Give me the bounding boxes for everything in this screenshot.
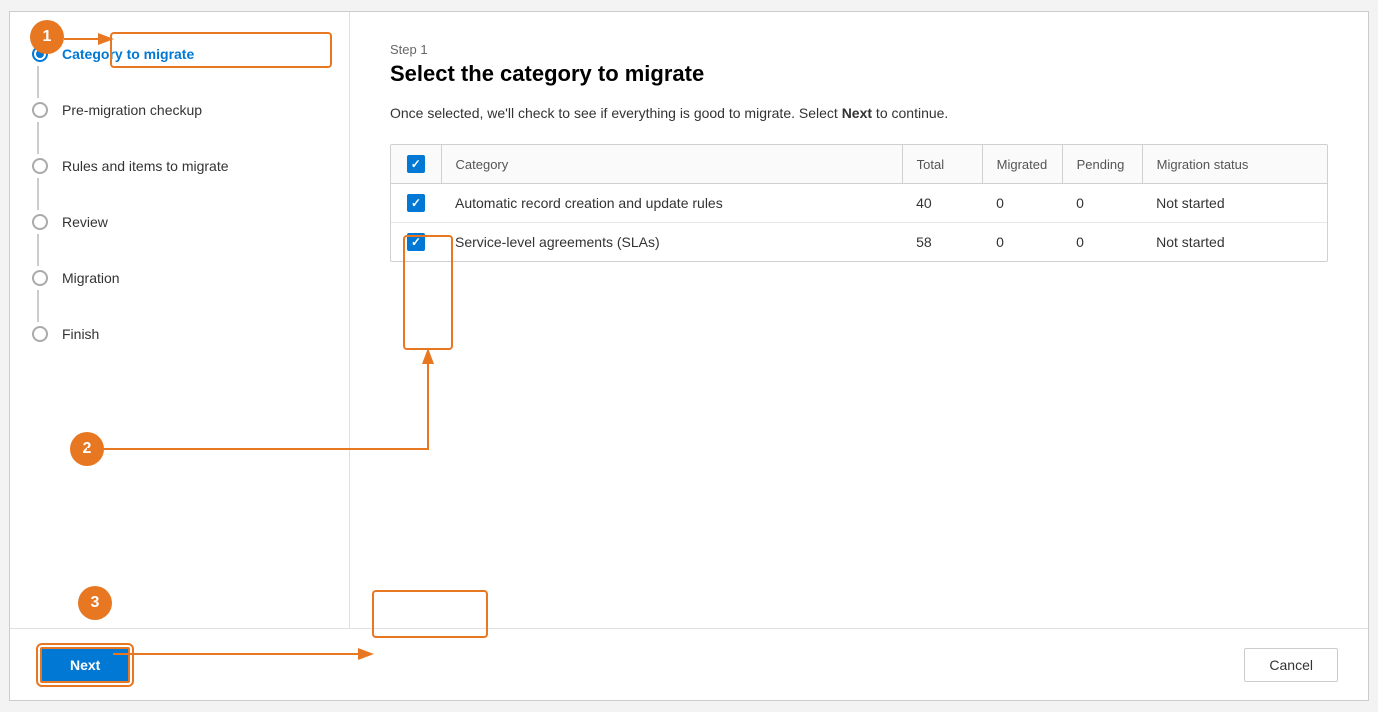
row1-checkbox[interactable] [407, 194, 425, 212]
row1-total: 40 [902, 184, 982, 223]
line-5 [37, 290, 39, 322]
step-entry-review: Review [30, 210, 329, 266]
header-migrated: Migrated [982, 145, 1062, 184]
right-panel: Step 1 Select the category to migrate On… [350, 12, 1368, 628]
row1-status: Not started [1142, 184, 1327, 223]
step-entry-premigration: Pre-migration checkup [30, 98, 329, 154]
step-connector-6 [30, 326, 50, 342]
select-all-checkbox[interactable] [407, 155, 425, 173]
table-header-row: Category Total Migrated Pending Migratio… [391, 145, 1327, 184]
step-connector-5 [30, 270, 50, 286]
table-row: Automatic record creation and update rul… [391, 184, 1327, 223]
step-entry-rules: Rules and items to migrate [30, 154, 329, 210]
step-label-premigration: Pre-migration checkup [62, 102, 202, 119]
row2-checkbox-col[interactable] [391, 223, 441, 262]
step-node-migration: Migration [30, 266, 120, 290]
row2-total: 58 [902, 223, 982, 262]
step-entry-migration: Migration [30, 266, 329, 322]
row1-checkbox-col[interactable] [391, 184, 441, 223]
description-bold: Next [842, 105, 872, 121]
row1-category: Automatic record creation and update rul… [441, 184, 902, 223]
row2-category: Service-level agreements (SLAs) [441, 223, 902, 262]
callout-3: 3 [78, 586, 112, 620]
step-circle-migration [32, 270, 48, 286]
header-migration-status: Migration status [1142, 145, 1327, 184]
line-2 [37, 122, 39, 154]
step-label-review: Review [62, 214, 108, 231]
step-circle-review [32, 214, 48, 230]
callout-1: 1 [30, 20, 64, 54]
step-title: Select the category to migrate [390, 61, 1328, 87]
step-node-premigration: Pre-migration checkup [30, 98, 202, 122]
step-node-rules: Rules and items to migrate [30, 154, 229, 178]
header-pending: Pending [1062, 145, 1142, 184]
description-text-start: Once selected, we'll check to see if eve… [390, 105, 842, 121]
step-label-category: Category to migrate [62, 46, 194, 63]
step-connector-4 [30, 214, 50, 230]
row2-status: Not started [1142, 223, 1327, 262]
callout-2: 2 [70, 432, 104, 466]
step-circle-rules [32, 158, 48, 174]
line-3 [37, 178, 39, 210]
step-label-rules: Rules and items to migrate [62, 158, 229, 175]
step-connector-2 [30, 102, 50, 118]
line-1 [37, 66, 39, 98]
table-row: Service-level agreements (SLAs) 58 0 0 N… [391, 223, 1327, 262]
description-text-end: to continue. [872, 105, 948, 121]
step-node-finish: Finish [30, 322, 99, 346]
step-entry-category: Category to migrate [30, 42, 329, 98]
step-connector-3 [30, 158, 50, 174]
header-category: Category [441, 145, 902, 184]
steps-list: Category to migrate Pre-migration checku… [30, 42, 329, 346]
line-4 [37, 234, 39, 266]
step-circle-premigration [32, 102, 48, 118]
header-total: Total [902, 145, 982, 184]
step-label-finish: Finish [62, 326, 99, 343]
step-node-review: Review [30, 210, 108, 234]
cancel-button[interactable]: Cancel [1244, 648, 1338, 682]
main-window: Category to migrate Pre-migration checku… [9, 11, 1369, 701]
row2-checkbox[interactable] [407, 233, 425, 251]
row1-migrated: 0 [982, 184, 1062, 223]
step-number-label: Step 1 [390, 42, 1328, 57]
row1-pending: 0 [1062, 184, 1142, 223]
row2-migrated: 0 [982, 223, 1062, 262]
header-checkbox-col[interactable] [391, 145, 441, 184]
bottom-bar: Next Cancel [10, 628, 1368, 700]
next-button[interactable]: Next [40, 647, 130, 683]
sidebar: Category to migrate Pre-migration checku… [10, 12, 350, 628]
step-description: Once selected, we'll check to see if eve… [390, 103, 1328, 124]
category-table: Category Total Migrated Pending Migratio… [390, 144, 1328, 262]
step-label-migration: Migration [62, 270, 120, 287]
row2-pending: 0 [1062, 223, 1142, 262]
step-circle-finish [32, 326, 48, 342]
step-entry-finish: Finish [30, 322, 329, 346]
